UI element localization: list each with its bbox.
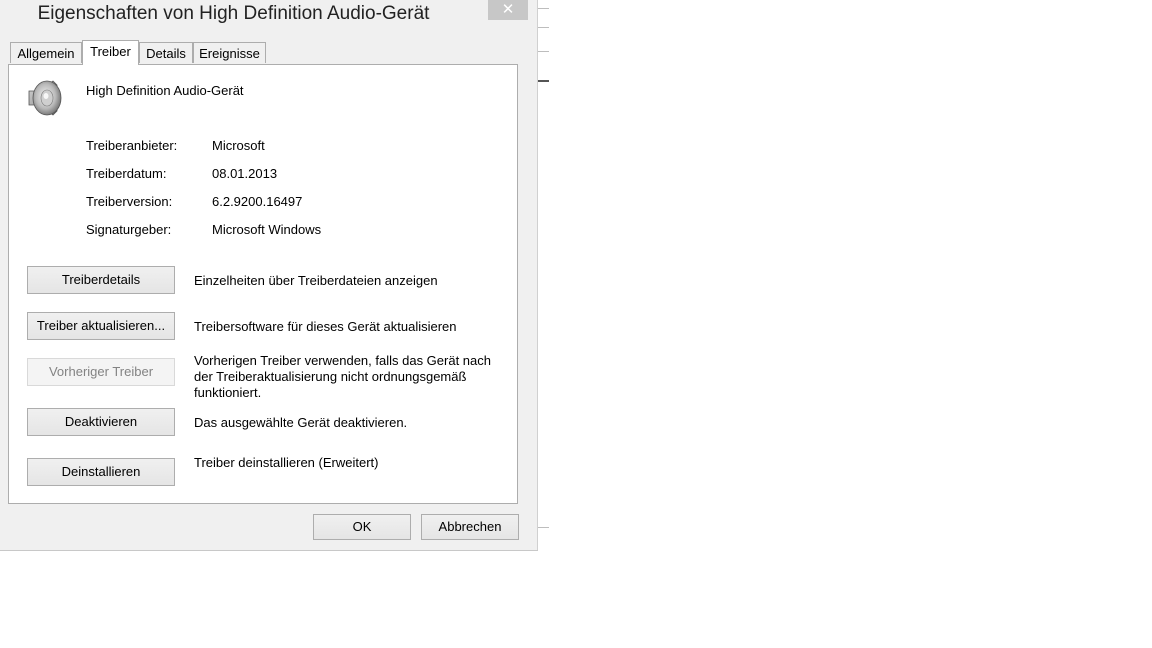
divider bbox=[538, 8, 549, 9]
tab-allgemein[interactable]: Allgemein bbox=[10, 42, 82, 63]
digital-signer-value: Microsoft Windows bbox=[212, 222, 322, 237]
driver-date-label: Treiberdatum: bbox=[86, 166, 167, 181]
update-driver-description: Treibersoftware für dieses Gerät aktuali… bbox=[194, 319, 457, 334]
driver-details-button[interactable]: Treiberdetails bbox=[27, 266, 175, 294]
divider bbox=[538, 80, 549, 82]
tab-details[interactable]: Details bbox=[139, 42, 193, 63]
driver-details-description: Einzelheiten über Treiberdateien anzeige… bbox=[194, 273, 438, 288]
driver-date-value: 08.01.2013 bbox=[212, 166, 278, 181]
roll-back-driver-description: Vorherigen Treiber verwenden, falls das … bbox=[194, 353, 492, 400]
background-window-edge bbox=[537, 0, 549, 550]
update-driver-button[interactable]: Treiber aktualisieren... bbox=[27, 312, 175, 340]
driver-provider-value: Microsoft bbox=[212, 138, 265, 153]
cancel-button[interactable]: Abbrechen bbox=[421, 514, 519, 540]
divider bbox=[538, 51, 549, 52]
speaker-icon bbox=[28, 80, 62, 116]
divider bbox=[538, 27, 549, 28]
driver-version-label: Treiberversion: bbox=[86, 194, 173, 209]
tab-ereignisse[interactable]: Ereignisse bbox=[193, 42, 266, 63]
uninstall-driver-button[interactable]: Deinstallieren bbox=[27, 458, 175, 486]
close-button[interactable]: ✕ bbox=[488, 0, 528, 20]
driver-version-value: 6.2.9200.16497 bbox=[212, 194, 303, 209]
ok-button[interactable]: OK bbox=[313, 514, 411, 540]
disable-device-description: Das ausgewählte Gerät deaktivieren. bbox=[194, 415, 408, 430]
device-name: High Definition Audio-Gerät bbox=[86, 83, 244, 98]
tab-treiber[interactable]: Treiber bbox=[82, 40, 139, 65]
uninstall-driver-description: Treiber deinstallieren (Erweitert) bbox=[194, 455, 379, 470]
roll-back-driver-button: Vorheriger Treiber bbox=[27, 358, 175, 386]
divider bbox=[538, 527, 549, 528]
close-icon: ✕ bbox=[501, 0, 515, 18]
driver-provider-label: Treiberanbieter: bbox=[86, 138, 178, 153]
window-title: Eigenschaften von High Definition Audio-… bbox=[37, 3, 430, 24]
disable-device-button[interactable]: Deaktivieren bbox=[27, 408, 175, 436]
properties-dialog: Eigenschaften von High Definition Audio-… bbox=[0, 0, 538, 551]
digital-signer-label: Signaturgeber: bbox=[86, 222, 172, 237]
